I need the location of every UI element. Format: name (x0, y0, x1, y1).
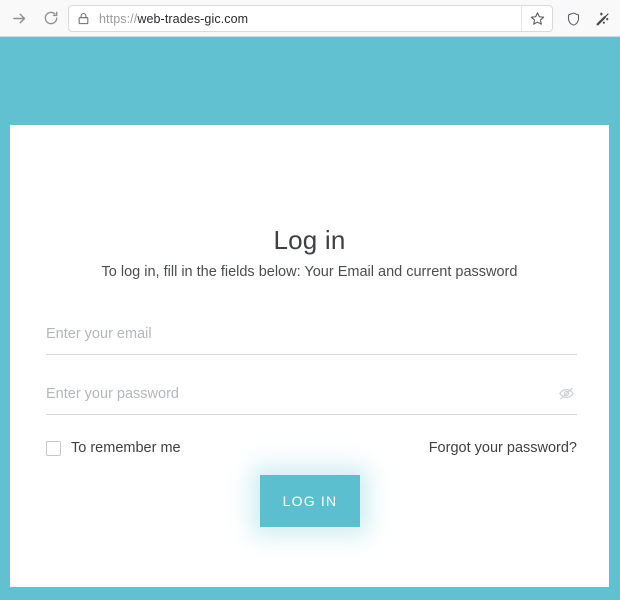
password-input[interactable] (46, 376, 577, 412)
eye-slash-icon[interactable] (555, 382, 577, 404)
password-field-wrapper (46, 376, 577, 415)
url-scheme: https:// (99, 11, 138, 26)
remember-me-label: To remember me (71, 440, 181, 456)
star-icon[interactable] (521, 6, 552, 31)
page-subtitle: To log in, fill in the fields below: You… (101, 264, 518, 280)
email-input[interactable] (46, 316, 577, 352)
magic-wand-icon[interactable] (590, 5, 616, 32)
remember-me-control[interactable]: To remember me (46, 440, 181, 456)
reload-icon[interactable] (36, 4, 66, 32)
url-text: https://web-trades-gic.com (99, 12, 521, 26)
browser-toolbar: https://web-trades-gic.com (0, 0, 620, 37)
log-in-button[interactable]: LOG IN (260, 475, 360, 527)
url-domain: web-trades-gic.com (137, 11, 249, 26)
page-background: Log in To log in, fill in the fields bel… (0, 38, 620, 600)
url-bar[interactable]: https://web-trades-gic.com (68, 5, 553, 32)
forgot-password-link[interactable]: Forgot your password? (429, 440, 577, 456)
shield-icon[interactable] (560, 5, 586, 32)
options-row: To remember me Forgot your password? (46, 437, 577, 459)
email-field-wrapper (46, 316, 577, 355)
login-card: Log in To log in, fill in the fields bel… (10, 125, 609, 587)
remember-me-checkbox[interactable] (46, 440, 61, 456)
forward-arrow-icon[interactable] (4, 4, 34, 32)
page-title: Log in (273, 225, 346, 255)
lock-icon (77, 12, 90, 25)
